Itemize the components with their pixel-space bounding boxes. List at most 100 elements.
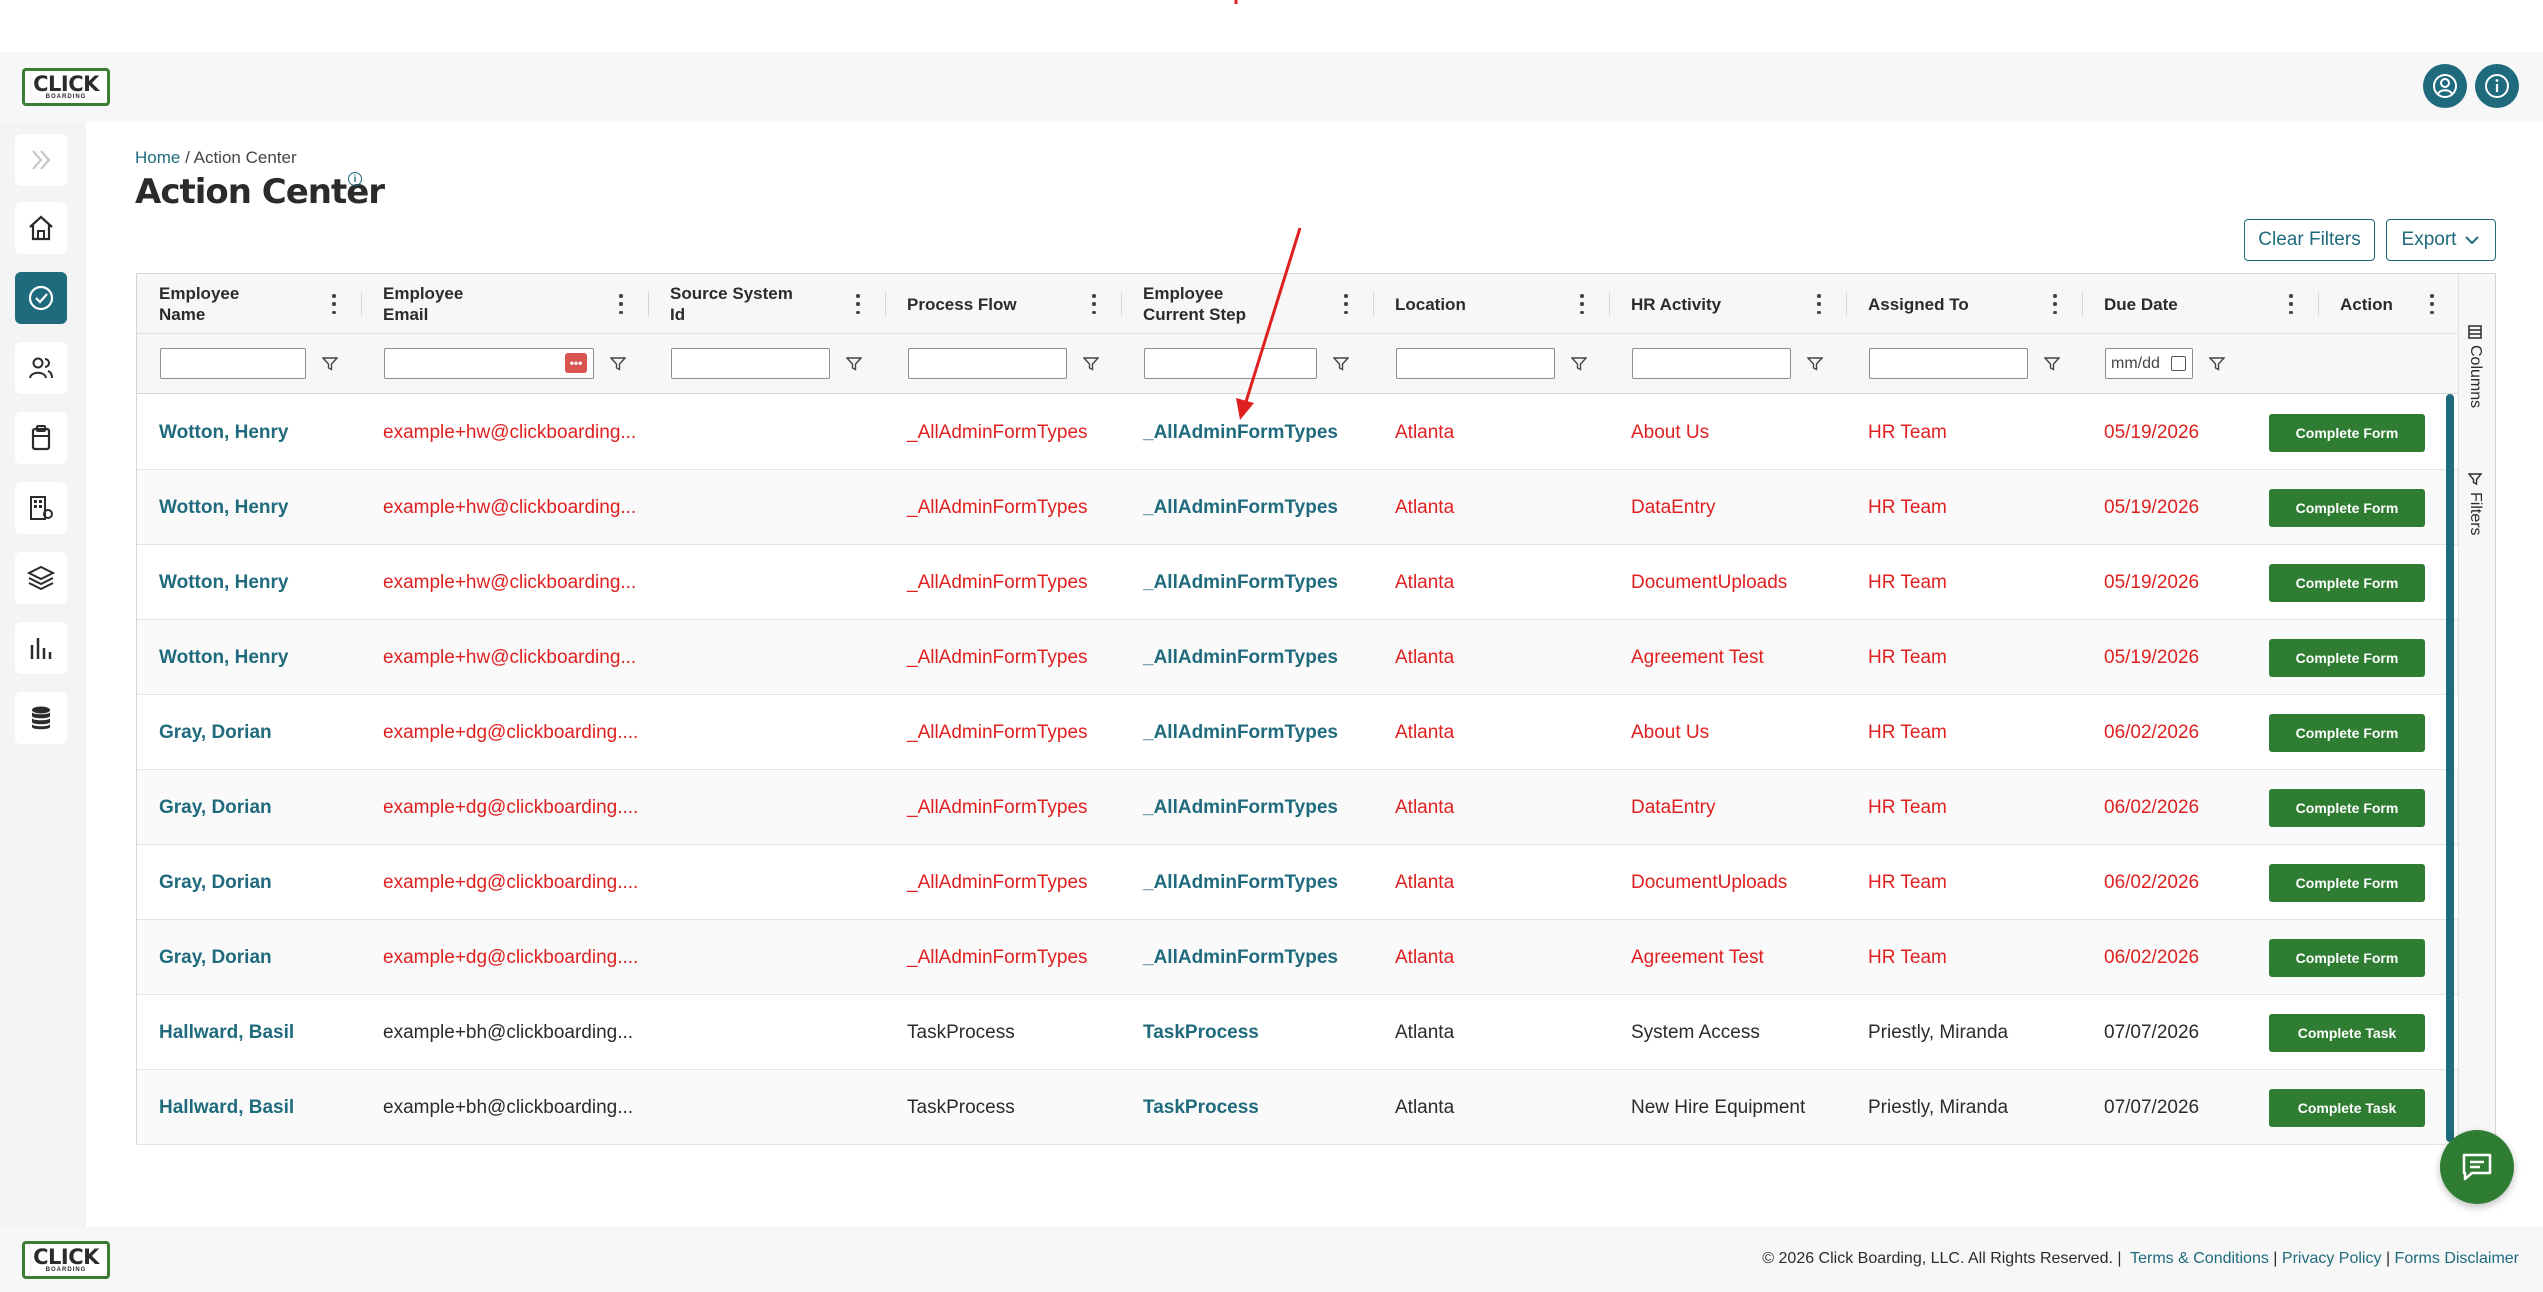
chat-button[interactable]	[2440, 1130, 2514, 1204]
columns-panel-tab[interactable]: Columns	[2466, 325, 2484, 408]
page-info-icon[interactable]: i	[348, 172, 362, 186]
cell-step[interactable]: TaskProcess	[1143, 995, 1259, 1070]
column-resize-handle[interactable]	[2318, 292, 2319, 316]
column-header-assigned-col[interactable]: Assigned To	[1846, 274, 2082, 334]
complete-form-button[interactable]: Complete Form	[2269, 864, 2425, 902]
cell-name[interactable]: Wotton, Henry	[159, 620, 288, 695]
complete-form-button[interactable]: Complete Form	[2269, 414, 2425, 452]
column-header-activity-col[interactable]: HR Activity	[1609, 274, 1846, 334]
column-header-flow-col[interactable]: Process Flow	[885, 274, 1121, 334]
filters-panel-tab[interactable]: Filters	[2466, 472, 2484, 536]
cell-name[interactable]: Gray, Dorian	[159, 695, 272, 770]
sidebar-item-home[interactable]	[15, 202, 67, 254]
filter-input-activity-col[interactable]	[1632, 348, 1791, 379]
cell-name[interactable]: Hallward, Basil	[159, 1070, 294, 1145]
sidebar-item-data[interactable]	[15, 692, 67, 744]
column-menu-icon[interactable]	[1579, 294, 1585, 314]
table-row[interactable]: Wotton, Henry example+hw@clickboarding...…	[137, 545, 2459, 620]
complete-form-button[interactable]: Complete Form	[2269, 489, 2425, 527]
table-row[interactable]: Hallward, Basil example+bh@clickboarding.…	[137, 995, 2459, 1070]
filter-icon[interactable]	[1333, 357, 1349, 371]
column-menu-icon[interactable]	[1343, 294, 1349, 314]
cell-name[interactable]: Hallward, Basil	[159, 995, 294, 1070]
column-resize-handle[interactable]	[1121, 292, 1122, 316]
column-menu-icon[interactable]	[2052, 294, 2058, 314]
column-menu-icon[interactable]	[855, 294, 861, 314]
column-resize-handle[interactable]	[1373, 292, 1374, 316]
click-boarding-logo[interactable]: CLICK BOARDING	[22, 68, 110, 106]
table-row[interactable]: Gray, Dorian example+dg@clickboarding....…	[137, 920, 2459, 995]
column-header-action-col[interactable]: Action	[2318, 274, 2459, 334]
table-row[interactable]: Hallward, Basil example+bh@clickboarding.…	[137, 1070, 2459, 1145]
password-manager-icon[interactable]: •••	[565, 353, 587, 373]
cell-step[interactable]: _AllAdminFormTypes	[1143, 620, 1338, 695]
export-button[interactable]: Export	[2386, 219, 2496, 261]
cell-name[interactable]: Gray, Dorian	[159, 770, 272, 845]
column-menu-icon[interactable]	[331, 294, 337, 314]
clear-filters-button[interactable]: Clear Filters	[2244, 219, 2375, 261]
column-header-due-col[interactable]: Due Date	[2082, 274, 2318, 334]
filter-icon[interactable]	[1571, 357, 1587, 371]
forms-disclaimer-link[interactable]: Forms Disclaimer	[2395, 1250, 2519, 1267]
column-menu-icon[interactable]	[1816, 294, 1822, 314]
filter-input-step-col[interactable]	[1144, 348, 1317, 379]
column-resize-handle[interactable]	[2082, 292, 2083, 316]
column-resize-handle[interactable]	[885, 292, 886, 316]
table-row[interactable]: Wotton, Henry example+hw@clickboarding...…	[137, 470, 2459, 545]
filter-input-flow-col[interactable]	[908, 348, 1067, 379]
complete-form-button[interactable]: Complete Form	[2269, 639, 2425, 677]
table-row[interactable]: Wotton, Henry example+hw@clickboarding...…	[137, 395, 2459, 470]
column-menu-icon[interactable]	[2429, 294, 2435, 314]
column-header-step-col[interactable]: Employee Current Step	[1121, 274, 1373, 334]
table-row[interactable]: Gray, Dorian example+dg@clickboarding....…	[137, 695, 2459, 770]
table-row[interactable]: Gray, Dorian example+dg@clickboarding....…	[137, 845, 2459, 920]
column-header-location-col[interactable]: Location	[1373, 274, 1609, 334]
filter-input-email-col[interactable]: •••	[384, 348, 594, 379]
filter-input-name-col[interactable]	[160, 348, 306, 379]
filter-icon[interactable]	[1807, 357, 1823, 371]
cell-step[interactable]: _AllAdminFormTypes	[1143, 845, 1338, 920]
filter-icon[interactable]	[846, 357, 862, 371]
breadcrumb-home-link[interactable]: Home	[135, 148, 180, 167]
cell-step[interactable]: TaskProcess	[1143, 1070, 1259, 1145]
column-header-email-col[interactable]: Employee Email	[361, 274, 648, 334]
privacy-link[interactable]: Privacy Policy	[2282, 1250, 2382, 1267]
sidebar-item-people[interactable]	[15, 342, 67, 394]
column-header-name-col[interactable]: Employee Name	[137, 274, 361, 334]
cell-name[interactable]: Gray, Dorian	[159, 845, 272, 920]
cell-step[interactable]: _AllAdminFormTypes	[1143, 470, 1338, 545]
table-row[interactable]: Wotton, Henry example+hw@clickboarding...…	[137, 620, 2459, 695]
sidebar-item-tasks[interactable]	[15, 412, 67, 464]
complete-form-button[interactable]: Complete Form	[2269, 939, 2425, 977]
filter-icon[interactable]	[322, 357, 338, 371]
column-resize-handle[interactable]	[361, 292, 362, 316]
cell-step[interactable]: _AllAdminFormTypes	[1143, 395, 1338, 470]
column-header-source-col[interactable]: Source System Id	[648, 274, 885, 334]
filter-icon[interactable]	[1083, 357, 1099, 371]
cell-step[interactable]: _AllAdminFormTypes	[1143, 920, 1338, 995]
column-menu-icon[interactable]	[618, 294, 624, 314]
cell-name[interactable]: Gray, Dorian	[159, 920, 272, 995]
complete-form-button[interactable]: Complete Form	[2269, 714, 2425, 752]
complete-task-button[interactable]: Complete Task	[2269, 1089, 2425, 1127]
cell-step[interactable]: _AllAdminFormTypes	[1143, 545, 1338, 620]
column-resize-handle[interactable]	[648, 292, 649, 316]
column-resize-handle[interactable]	[1846, 292, 1847, 316]
cell-name[interactable]: Wotton, Henry	[159, 545, 288, 620]
complete-task-button[interactable]: Complete Task	[2269, 1014, 2425, 1052]
filter-input-due-col[interactable]: mm/dd	[2105, 348, 2193, 379]
sidebar-item-reports[interactable]	[15, 622, 67, 674]
calendar-icon[interactable]	[2171, 356, 2186, 371]
table-row[interactable]: Gray, Dorian example+dg@clickboarding....…	[137, 770, 2459, 845]
cell-step[interactable]: _AllAdminFormTypes	[1143, 770, 1338, 845]
filter-icon[interactable]	[2209, 357, 2225, 371]
cell-name[interactable]: Wotton, Henry	[159, 395, 288, 470]
complete-form-button[interactable]: Complete Form	[2269, 789, 2425, 827]
info-button[interactable]	[2475, 64, 2519, 108]
cell-name[interactable]: Wotton, Henry	[159, 470, 288, 545]
filter-input-source-col[interactable]	[671, 348, 830, 379]
column-menu-icon[interactable]	[2288, 294, 2294, 314]
filter-input-assigned-col[interactable]	[1869, 348, 2028, 379]
cell-step[interactable]: _AllAdminFormTypes	[1143, 695, 1338, 770]
user-profile-button[interactable]	[2423, 64, 2467, 108]
